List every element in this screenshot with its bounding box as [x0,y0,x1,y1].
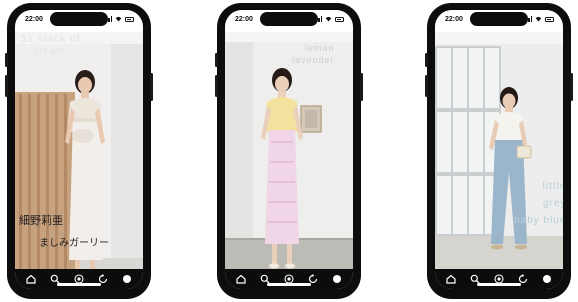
wifi-icon [535,16,542,22]
phone-screen-2: 22:00 lemon lavender [225,10,353,289]
signal-icon [103,16,112,22]
notch [470,12,528,26]
overlay-text-line-1: little [542,181,563,192]
status-time: 22:00 [235,16,253,23]
fashion-photo-2[interactable]: lemon lavender [225,32,353,269]
notch [50,12,108,26]
home-indicator[interactable] [477,283,521,286]
style-caption: ましみガーリー [39,238,109,249]
model-name-caption: 細野莉亜 [19,214,63,227]
overlay-text-line-3: baby blue [514,215,563,226]
bottom-navbar [435,269,563,289]
overlay-text-line-2: lavender [291,55,335,65]
phone-frame-3: 22:00 littl gre baby blue [425,3,573,299]
fashion-photo-1[interactable]: 51 stack of cream 細野莉亜 ましみガーリー [15,32,143,269]
wifi-icon [325,16,332,22]
overlay-text-line-2: grey [543,198,563,209]
overlay-text-line-1: lemon [305,43,335,53]
battery-icon [335,16,344,22]
phone-screen-3: 22:00 littl gre baby blue [435,10,563,289]
battery-icon [125,16,134,22]
status-bar: 22:00 [225,10,353,32]
home-icon[interactable] [235,273,247,285]
signal-icon [313,16,322,22]
bottom-navbar [15,269,143,289]
home-icon[interactable] [25,273,37,285]
profile-icon[interactable] [331,273,343,285]
phone-frame-1: 22:00 51 stack of cream 細野莉亜 ましみガーリー [5,3,153,299]
fashion-photo-3[interactable]: little grey baby blue [435,32,563,269]
overlay-text-line-2: cream [33,46,66,57]
phone-frame-2: 22:00 lemon lavender [215,3,363,299]
profile-icon[interactable] [541,273,553,285]
phone-screen-1: 22:00 51 stack of cream 細野莉亜 ましみガーリー [15,10,143,289]
battery-icon [545,16,554,22]
overlay-text-line-1: 51 stack of [21,34,81,45]
profile-icon[interactable] [121,273,133,285]
signal-icon [523,16,532,22]
wifi-icon [115,16,122,22]
home-indicator[interactable] [57,283,101,286]
status-bar: 22:00 [435,10,563,32]
home-indicator[interactable] [267,283,311,286]
notch [260,12,318,26]
status-time: 22:00 [445,16,463,23]
status-bar: 22:00 [15,10,143,32]
bottom-navbar [225,269,353,289]
status-time: 22:00 [25,16,43,23]
home-icon[interactable] [445,273,457,285]
